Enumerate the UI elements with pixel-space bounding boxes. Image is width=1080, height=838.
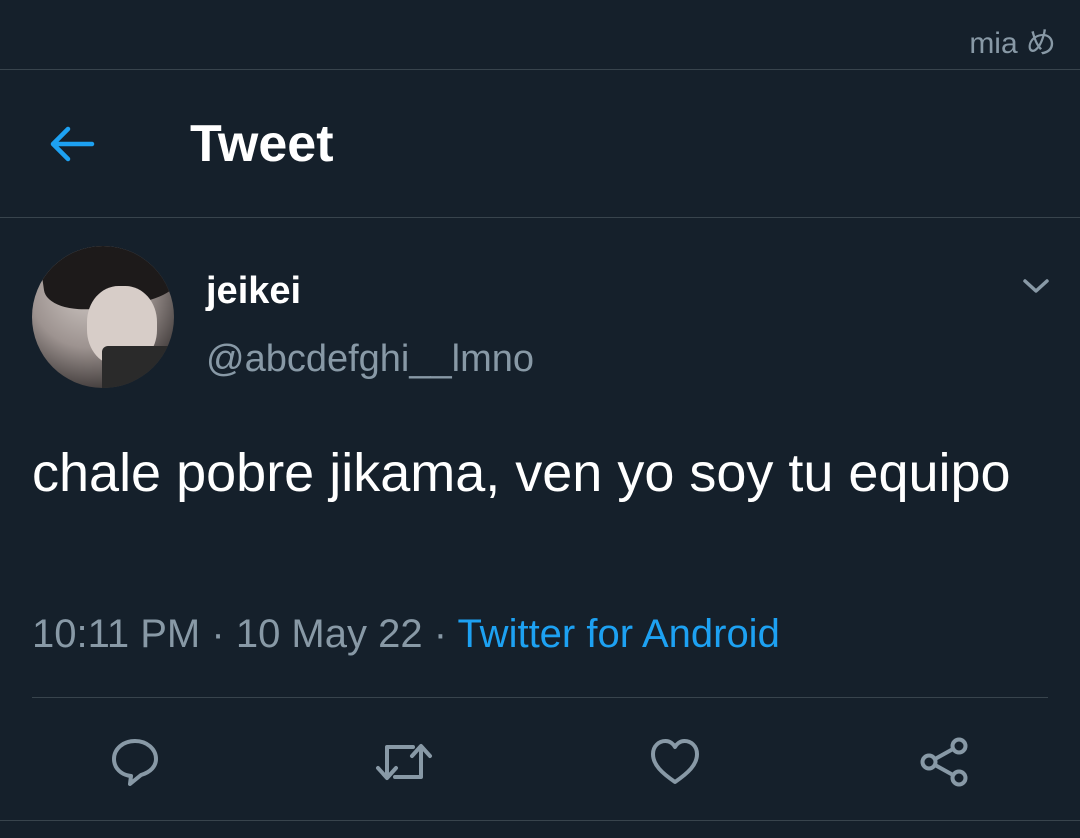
back-button[interactable] xyxy=(40,112,104,176)
top-bar: Tweet xyxy=(0,70,1080,218)
heart-icon xyxy=(651,739,699,784)
display-name[interactable]: jeikei xyxy=(206,270,301,313)
page-title: Tweet xyxy=(190,115,334,173)
tweet-text: chale pobre jikama, ven yo soy tu equipo xyxy=(32,443,1011,503)
divider xyxy=(32,697,1048,698)
chevron-down-icon xyxy=(1023,279,1049,293)
bottom-divider xyxy=(0,820,1080,821)
more-options-button[interactable] xyxy=(1016,270,1056,302)
avatar-phone xyxy=(102,346,174,388)
tweet-source-link[interactable]: Twitter for Android xyxy=(457,612,779,656)
tweet-date: 10 May 22 xyxy=(235,612,423,656)
status-bar: mia め xyxy=(0,0,1080,70)
retweet-icon xyxy=(376,744,432,780)
avatar[interactable] xyxy=(32,246,174,388)
meta-separator: · xyxy=(433,612,448,656)
status-text: mia め xyxy=(969,27,1056,60)
user-handle[interactable]: @abcdefghi__lmno xyxy=(206,338,534,381)
action-bar xyxy=(0,722,1080,798)
tweet-time: 10:11 PM xyxy=(32,612,201,656)
reply-button[interactable] xyxy=(103,730,167,794)
arrow-left-icon xyxy=(50,126,95,162)
retweet-button[interactable] xyxy=(372,730,436,794)
like-button[interactable] xyxy=(643,730,707,794)
comment-icon xyxy=(112,739,158,786)
share-button[interactable] xyxy=(912,730,976,794)
meta-separator: · xyxy=(211,612,225,656)
share-icon xyxy=(920,737,968,787)
tweet-meta: 10:11 PM · 10 May 22 · Twitter for Andro… xyxy=(32,612,780,657)
